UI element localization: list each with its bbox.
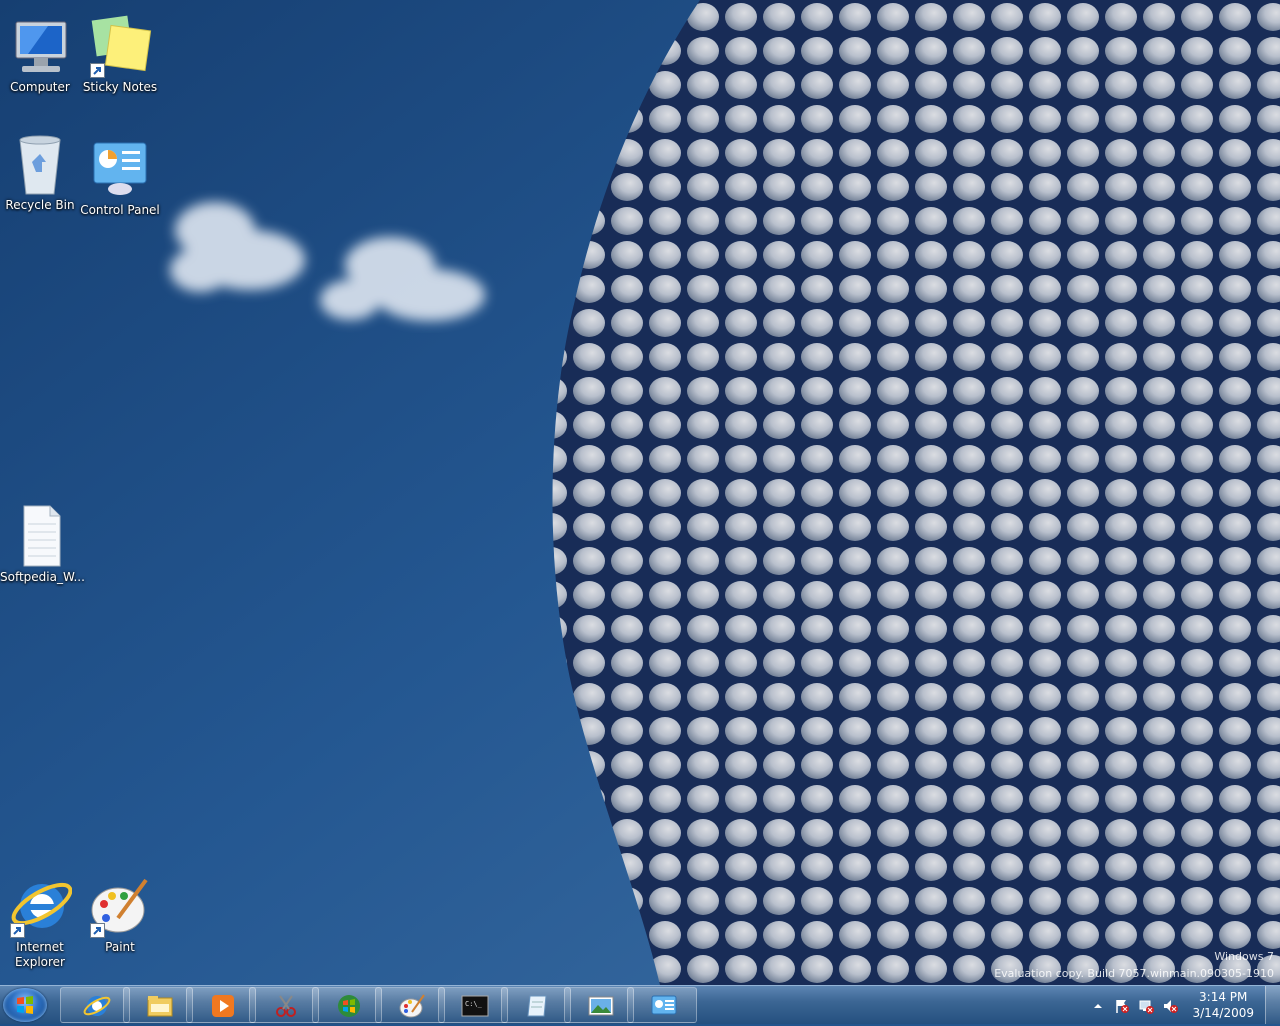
- svg-text:C:\_: C:\_: [465, 1000, 483, 1008]
- action-center-icon[interactable]: [1114, 998, 1130, 1014]
- scissors-icon: [276, 995, 296, 1017]
- shortcut-arrow-icon: [90, 63, 105, 78]
- taskbar-windows-explorer[interactable]: [123, 987, 193, 1023]
- show-desktop-button[interactable]: [1265, 986, 1280, 1024]
- computer-icon: [8, 14, 72, 78]
- desktop-icon-recycle-bin[interactable]: Recycle Bin: [0, 132, 80, 213]
- network-icon[interactable]: [1138, 998, 1154, 1014]
- desktop-icon-label: Control Panel: [80, 203, 160, 217]
- desktop-icon-label: Softpedia_W...: [0, 570, 85, 584]
- desktop-icon-softpedia-file[interactable]: Softpedia_W...: [0, 504, 85, 585]
- taskbar-snipping-tool[interactable]: [249, 987, 319, 1023]
- picture-icon: [588, 996, 614, 1016]
- volume-muted-icon[interactable]: [1162, 998, 1178, 1014]
- desktop-icon-label: Computer: [10, 80, 70, 94]
- windows-logo-icon: [338, 995, 360, 1017]
- chevron-up-icon: [1094, 1004, 1102, 1008]
- paint-icon: [399, 994, 425, 1018]
- evaluation-watermark: Windows 7 Evaluation copy. Build 7057.wi…: [994, 948, 1274, 982]
- media-player-icon: [212, 995, 234, 1017]
- taskbar: C:\_ 3:14 PM 3/14/2009: [0, 985, 1280, 1024]
- desktop-icon-internet-explorer[interactable]: Internet Explorer: [0, 874, 80, 970]
- system-clock[interactable]: 3:14 PM 3/14/2009: [1192, 989, 1254, 1021]
- recycle-bin-icon: [8, 132, 72, 196]
- paint-icon: [88, 874, 152, 938]
- taskbar-windows-app[interactable]: [312, 987, 382, 1023]
- internet-explorer-icon: [8, 874, 73, 938]
- taskbar-command-prompt[interactable]: C:\_: [438, 987, 508, 1023]
- windows-logo-icon: [17, 996, 33, 1014]
- desktop-icon-sticky-notes[interactable]: Sticky Notes: [80, 14, 160, 95]
- sticky-notes-icon: [88, 14, 152, 78]
- start-button[interactable]: [3, 988, 47, 1022]
- taskbar-paint[interactable]: [375, 987, 445, 1023]
- taskbar-control-panel[interactable]: [627, 987, 697, 1023]
- desktop-icon-control-panel[interactable]: Control Panel: [80, 137, 160, 218]
- folder-icon: [147, 996, 173, 1017]
- notification-area: 3:14 PM 3/14/2009: [1090, 986, 1280, 1024]
- desktop-icon-computer[interactable]: Computer: [0, 14, 80, 95]
- internet-explorer-icon: [83, 996, 111, 1016]
- notepad-icon: [527, 995, 547, 1017]
- shortcut-arrow-icon: [90, 923, 105, 938]
- desktop-icon-paint[interactable]: Paint: [80, 874, 160, 955]
- desktop-icon-label: Recycle Bin: [5, 198, 75, 212]
- taskbar-journal[interactable]: [501, 987, 571, 1023]
- control-panel-icon: [88, 137, 152, 201]
- command-prompt-icon: C:\_: [461, 995, 489, 1017]
- shortcut-arrow-icon: [10, 923, 25, 938]
- show-hidden-icons-button[interactable]: [1090, 998, 1106, 1014]
- taskbar-internet-explorer[interactable]: [60, 987, 130, 1023]
- desktop-icon-label: Sticky Notes: [82, 80, 158, 94]
- control-panel-icon: [651, 995, 677, 1015]
- taskbar-photo-viewer[interactable]: [564, 987, 634, 1023]
- clock-date: 3/14/2009: [1192, 1006, 1254, 1020]
- taskbar-media-player[interactable]: [186, 987, 256, 1023]
- watermark-line: Evaluation copy. Build 7057.winmain.0903…: [994, 967, 1274, 980]
- clock-time: 3:14 PM: [1199, 990, 1248, 1004]
- desktop-icon-label: Paint: [105, 940, 135, 954]
- watermark-line: Windows 7: [1214, 950, 1274, 963]
- text-document-icon: [8, 504, 72, 568]
- desktop-icon-label: Internet Explorer: [15, 940, 65, 969]
- desktop-wallpaper: [0, 0, 1280, 985]
